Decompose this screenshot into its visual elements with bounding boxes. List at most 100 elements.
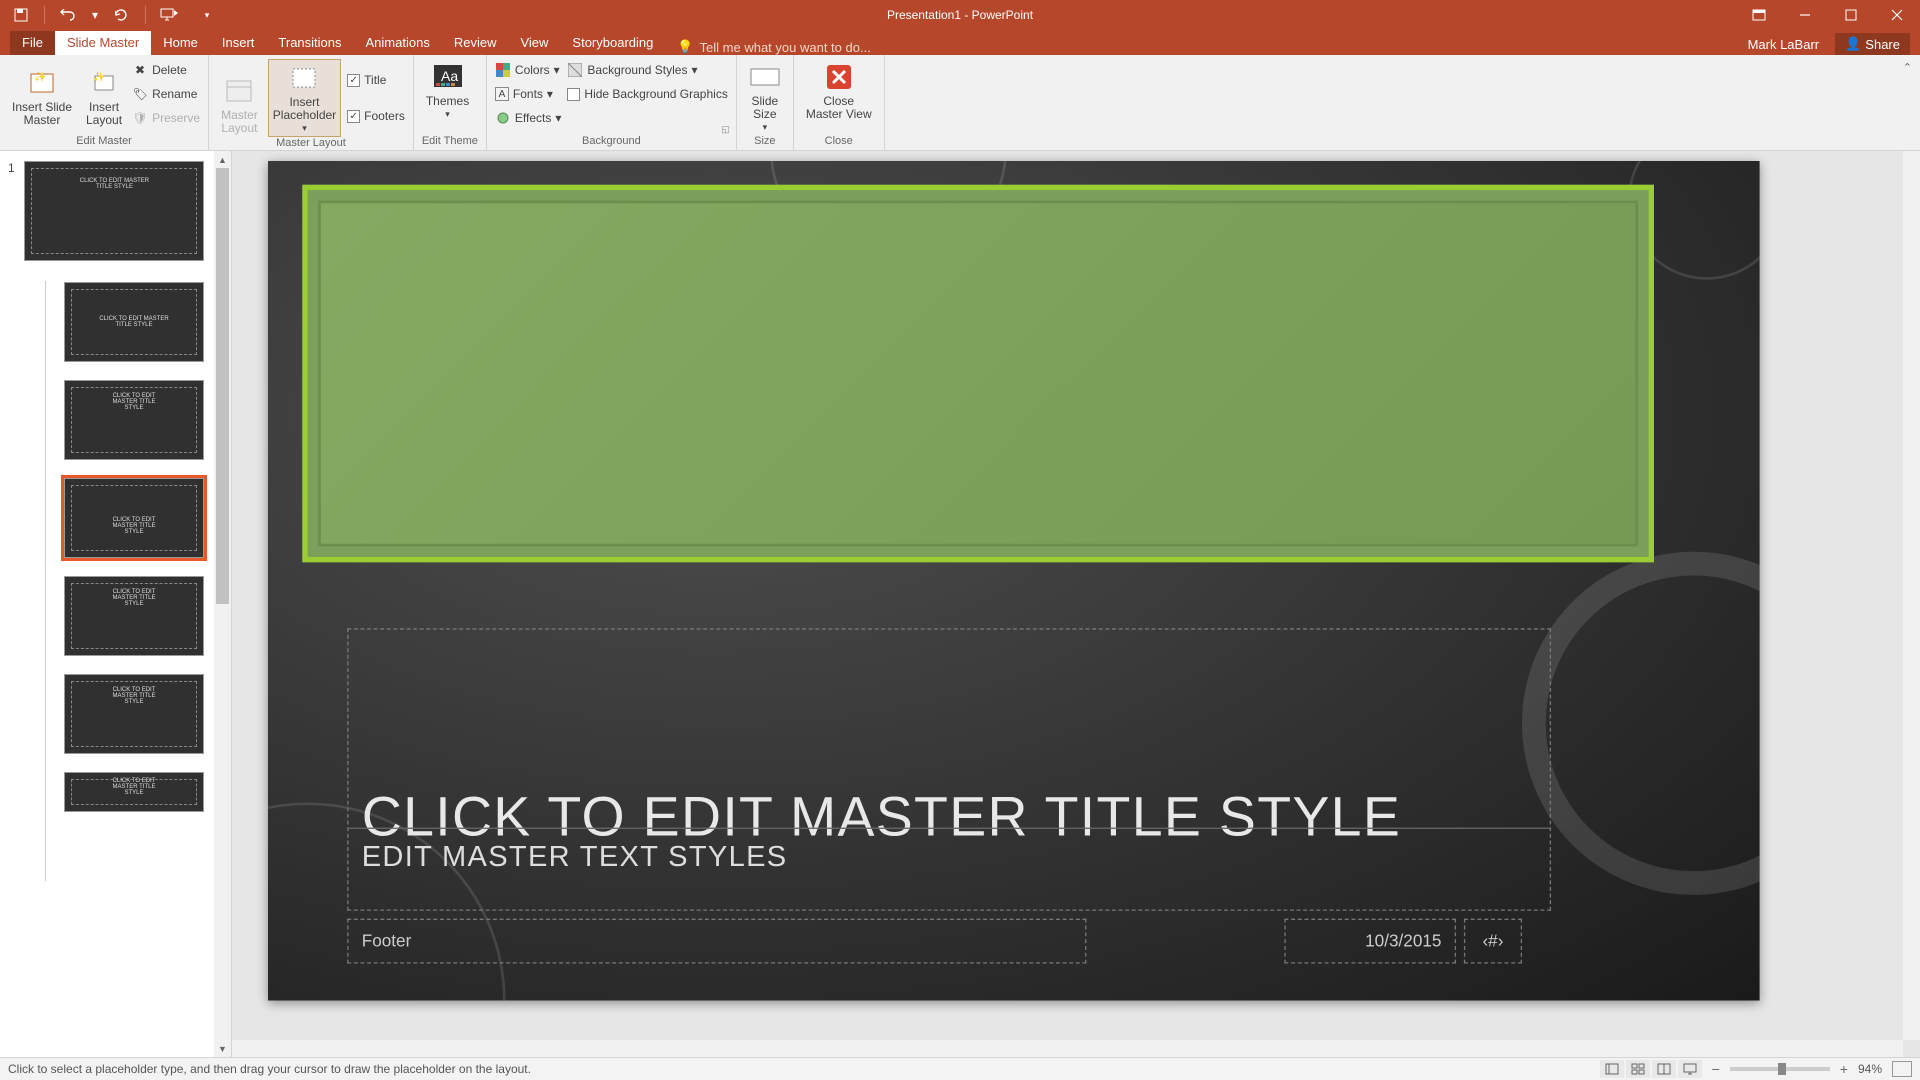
quick-access-toolbar: ▾ ▾ (0, 6, 212, 24)
delete-button[interactable]: ✖Delete (132, 59, 200, 81)
fonts-icon: A (495, 87, 509, 101)
layout-thumbnail[interactable]: CLICK TO EDIT MASTER TITLE STYLE (64, 576, 204, 656)
fonts-button[interactable]: AFonts ▾ (495, 83, 562, 105)
effects-icon (495, 110, 511, 126)
title-placeholder[interactable]: CLICK TO EDIT MASTER TITLE STYLE EDIT MA… (347, 628, 1551, 910)
tab-home[interactable]: Home (151, 31, 210, 55)
share-button[interactable]: 👤 Share (1835, 33, 1910, 55)
rename-button[interactable]: 🏷Rename (132, 83, 200, 105)
zoom-slider-handle[interactable] (1778, 1063, 1786, 1075)
svg-text:✨: ✨ (93, 71, 105, 83)
close-master-view-button[interactable]: Close Master View (802, 59, 876, 123)
checkbox-checked-icon: ✓ (347, 110, 360, 123)
slide-sorter-view-button[interactable] (1626, 1060, 1650, 1078)
layout-thumbnail[interactable]: CLICK TO EDIT MASTER TITLE STYLE (64, 772, 204, 812)
date-placeholder[interactable]: 10/3/2015 (1284, 919, 1456, 964)
minimize-button[interactable] (1782, 0, 1828, 30)
checkbox-checked-icon: ✓ (347, 74, 360, 87)
insert-slide-master-button[interactable]: ✨ Insert Slide Master (8, 59, 76, 129)
collapse-ribbon-button[interactable]: ⌃ (1903, 61, 1912, 74)
layout-thumbnail[interactable]: CLICK TO EDIT MASTER TITLE STYLE (64, 380, 204, 460)
group-background: Colors ▾ AFonts ▾ Effects ▾ Background S… (487, 55, 737, 150)
view-buttons (1600, 1060, 1702, 1078)
footers-checkbox[interactable]: ✓Footers (347, 105, 405, 127)
rename-icon: 🏷 (132, 86, 148, 102)
maximize-button[interactable] (1828, 0, 1874, 30)
scroll-up-icon[interactable]: ▲ (214, 151, 231, 168)
master-number: 1 (8, 161, 20, 175)
slideshow-view-button[interactable] (1678, 1060, 1702, 1078)
layout-thumbnail[interactable]: CLICK TO EDIT MASTER TITLE STYLE (64, 674, 204, 754)
layout-thumbnail-selected[interactable]: CLICK TO EDIT MASTER TITLE STYLE (64, 478, 204, 558)
slide-number-placeholder[interactable]: ‹#› (1464, 919, 1522, 964)
zoom-percent[interactable]: 94% (1858, 1062, 1882, 1076)
subtitle-placeholder[interactable]: EDIT MASTER TEXT STYLES (349, 828, 1550, 910)
colors-button[interactable]: Colors ▾ (495, 59, 562, 81)
group-label: Edit Theme (422, 135, 478, 150)
layout-thumbnail[interactable]: CLICK TO EDIT MASTER TITLE STYLE (64, 282, 204, 362)
slide-master-thumbnail[interactable]: CLICK TO EDIT MASTER TITLE STYLE (24, 161, 204, 261)
picture-placeholder-shape[interactable] (302, 185, 1654, 563)
ribbon-display-options-button[interactable] (1736, 0, 1782, 30)
preserve-button[interactable]: 🛡Preserve (132, 107, 200, 129)
title-checkbox[interactable]: ✓Title (347, 69, 405, 91)
decorative-circle (1522, 552, 1760, 895)
insert-placeholder-icon (288, 62, 320, 94)
share-label: Share (1865, 37, 1900, 52)
slide-size-icon (749, 61, 781, 93)
editor-horizontal-scrollbar[interactable] (232, 1040, 1903, 1057)
tab-slide-master[interactable]: Slide Master (55, 31, 151, 55)
svg-text:Aa: Aa (441, 68, 458, 84)
zoom-slider[interactable] (1730, 1067, 1830, 1071)
tell-me-placeholder: Tell me what you want to do... (700, 40, 871, 55)
dialog-launcher-icon[interactable]: ◱ (721, 124, 730, 135)
checkbox-unchecked-icon (567, 88, 580, 101)
undo-dropdown[interactable]: ▾ (91, 6, 99, 24)
insert-placeholder-button[interactable]: Insert Placeholder▾ (268, 59, 341, 137)
tab-view[interactable]: View (508, 31, 560, 55)
group-close: Close Master View Close (794, 55, 885, 150)
effects-button[interactable]: Effects ▾ (495, 107, 562, 129)
editor-vertical-scrollbar[interactable] (1903, 151, 1920, 1040)
start-from-beginning-button[interactable] (160, 6, 178, 24)
zoom-in-button[interactable]: + (1840, 1061, 1848, 1077)
background-styles-button[interactable]: Background Styles ▾ (567, 59, 727, 81)
insert-slide-master-icon: ✨ (26, 67, 58, 99)
reading-view-button[interactable] (1652, 1060, 1676, 1078)
share-icon: 👤 (1845, 36, 1861, 52)
fit-to-window-button[interactable] (1892, 1061, 1912, 1077)
tab-review[interactable]: Review (442, 31, 509, 55)
themes-button[interactable]: Aa Themes▾ (422, 59, 473, 122)
tab-storyboarding[interactable]: Storyboarding (560, 31, 665, 55)
footer-placeholder[interactable]: Footer (347, 919, 1086, 964)
zoom-out-button[interactable]: − (1712, 1061, 1720, 1077)
slide-canvas[interactable]: CLICK TO EDIT MASTER TITLE STYLE EDIT MA… (268, 161, 1760, 1001)
tab-animations[interactable]: Animations (354, 31, 442, 55)
undo-button[interactable] (59, 6, 77, 24)
hide-background-checkbox[interactable]: Hide Background Graphics (567, 83, 727, 105)
slide-size-button[interactable]: Slide Size▾ (745, 59, 785, 135)
group-edit-master: ✨ Insert Slide Master ✨ Insert Layout ✖D… (0, 55, 209, 150)
tab-transitions[interactable]: Transitions (266, 31, 353, 55)
window-title: Presentation1 - PowerPoint (887, 8, 1033, 22)
tab-insert[interactable]: Insert (210, 31, 267, 55)
master-layout-icon (223, 75, 255, 107)
save-icon[interactable] (12, 6, 30, 24)
insert-layout-button[interactable]: ✨ Insert Layout (82, 59, 126, 129)
status-hint: Click to select a placeholder type, and … (8, 1062, 531, 1076)
workspace: 1 CLICK TO EDIT MASTER TITLE STYLE CLICK… (0, 151, 1920, 1057)
scroll-down-icon[interactable]: ▼ (214, 1040, 231, 1057)
scrollbar-thumb[interactable] (216, 168, 229, 604)
user-name[interactable]: Mark LaBarr (1748, 37, 1820, 52)
group-master-layout: Master Layout Insert Placeholder▾ ✓Title… (209, 55, 414, 150)
close-button[interactable] (1874, 0, 1920, 30)
tell-me-search[interactable]: 💡 Tell me what you want to do... (677, 39, 870, 55)
thumbnail-scrollbar[interactable]: ▲ ▼ (214, 151, 231, 1057)
qat-customize-dropdown[interactable]: ▾ (202, 6, 212, 24)
redo-button[interactable] (113, 6, 131, 24)
group-edit-theme: Aa Themes▾ Edit Theme (414, 55, 487, 150)
normal-view-button[interactable] (1600, 1060, 1624, 1078)
themes-icon: Aa (432, 61, 464, 93)
tab-file[interactable]: File (10, 31, 55, 55)
thumbnail-pane: 1 CLICK TO EDIT MASTER TITLE STYLE CLICK… (0, 151, 232, 1057)
